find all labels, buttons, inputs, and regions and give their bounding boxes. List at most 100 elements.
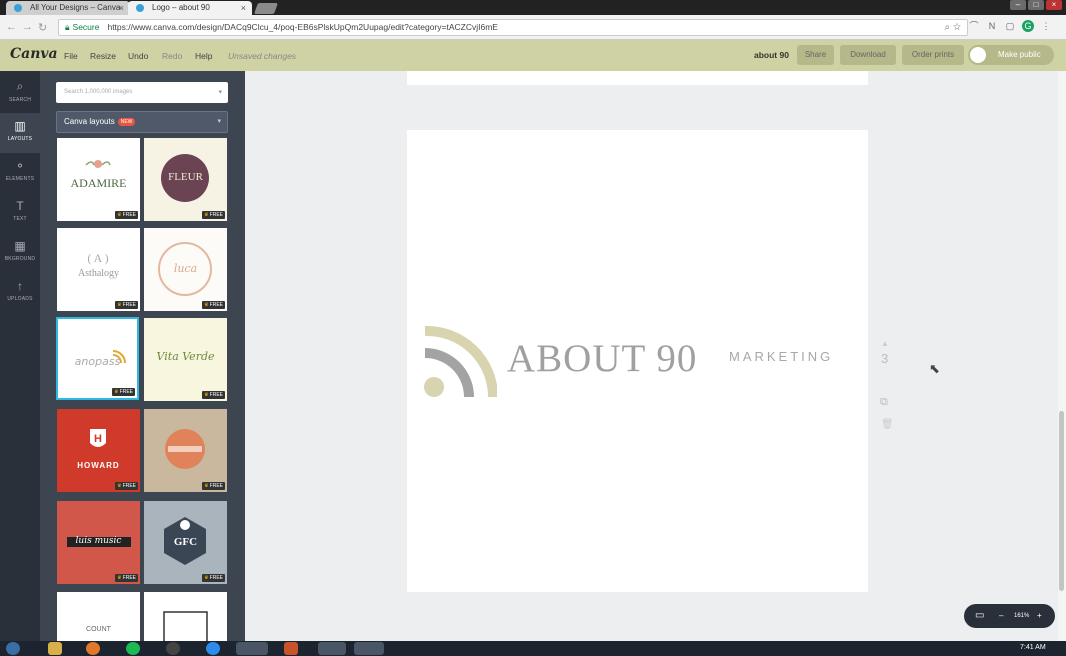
rail-text[interactable]: T TEXT (0, 193, 40, 233)
thumb-text: Vita Verde (156, 350, 215, 363)
logo-main-text[interactable]: ABOUT 90 (507, 336, 697, 381)
layout-thumb-adamire[interactable]: ADAMIRE ♛FREE (57, 138, 140, 221)
move-page-up-icon[interactable]: ▲ (881, 339, 889, 348)
free-label: FREE (209, 575, 223, 581)
search-icon[interactable]: ⌕ (944, 22, 950, 33)
menu-help[interactable]: Help (195, 51, 212, 61)
extension-icons: ⌒ N ▢ G ⋮ (968, 20, 1052, 32)
menu-file[interactable]: File (64, 51, 78, 61)
menu-resize[interactable]: Resize (90, 51, 116, 61)
browser-tab-strip: All Your Designs – Canva × Logo – about … (0, 0, 1066, 15)
free-badge: ♛FREE (202, 574, 225, 582)
frame-art (163, 611, 208, 641)
download-button[interactable]: Download (840, 45, 896, 65)
canva-logo[interactable]: Canva (10, 46, 58, 62)
mouse-cursor-icon: ⬉ (929, 361, 940, 376)
delete-page-icon[interactable]: 🗑︎ (881, 419, 894, 430)
mountain-badge-art (165, 429, 205, 469)
back-icon[interactable]: ← (6, 21, 17, 33)
canva-toolbar: Canva File Resize Undo Redo Help Unsaved… (0, 40, 1066, 71)
firefox-icon[interactable] (86, 642, 100, 655)
chevron-down-icon[interactable]: ▾ (218, 82, 222, 103)
layout-thumb-vita-verde[interactable]: Vita Verde ♛FREE (144, 318, 227, 401)
zoom-out-button[interactable]: – (999, 604, 1003, 628)
menu-undo[interactable]: Undo (128, 51, 148, 61)
layout-thumb-asthalogy[interactable]: ( A ) Asthalogy ♛FREE (57, 228, 140, 311)
close-tab-icon[interactable]: × (119, 1, 124, 15)
new-tab-button[interactable] (253, 3, 279, 14)
rail-layouts[interactable]: ▥ LAYOUTS (0, 113, 40, 153)
spotify-icon[interactable] (126, 642, 140, 655)
layout-thumb-count[interactable]: COUNT (57, 592, 140, 641)
image-search-input[interactable]: Search 1,000,000 images ▾ (56, 82, 228, 103)
layout-thumb-frame[interactable] (144, 592, 227, 641)
tab-label: All Your Designs – Canva (30, 3, 121, 12)
skype-icon[interactable] (206, 642, 220, 655)
extension-icon[interactable]: ⌒ (968, 20, 980, 32)
make-public-label: Make public (998, 50, 1041, 59)
make-public-toggle[interactable]: Make public (968, 45, 1054, 65)
zoom-controls: ▭ – 161% + (964, 604, 1055, 628)
app-icon[interactable] (354, 642, 384, 655)
design-page[interactable]: ABOUT 90 MARKETING (407, 130, 868, 592)
scrollbar-thumb[interactable] (1059, 411, 1064, 591)
layout-thumb-howard[interactable]: H HOWARD ♛FREE (57, 409, 140, 492)
extension-n-icon[interactable]: N (986, 20, 998, 32)
layout-thumb-gfc[interactable]: GFC ♛FREE (144, 501, 227, 584)
uploads-icon: ↑ (17, 279, 23, 293)
extension-icon[interactable]: ▢ (1004, 20, 1016, 32)
layout-thumb-fleur[interactable]: FLEUR ♛FREE (144, 138, 227, 221)
reload-icon[interactable]: ↻ (38, 21, 47, 34)
rail-uploads[interactable]: ↑ UPLOADS (0, 273, 40, 313)
layout-thumb-luis-music[interactable]: luis music ♛FREE (57, 501, 140, 584)
bookmark-star-icon[interactable]: ☆ (953, 22, 961, 33)
layout-thumb-anopass[interactable]: anopass ♛FREE (56, 317, 139, 400)
order-prints-button[interactable]: Order prints (902, 45, 964, 65)
design-workspace: ABOUT 90 MARKETING ▲ 3 ⧉ 🗑︎ ⬉ ▭ – 161% + (245, 71, 1058, 641)
file-explorer-icon[interactable] (48, 642, 62, 655)
app-icon[interactable] (318, 642, 346, 655)
start-button-icon[interactable] (6, 642, 20, 655)
browser-tab-logo[interactable]: Logo – about 90 × (128, 1, 252, 15)
logo-sub-text[interactable]: MARKETING (729, 349, 833, 364)
layout-thumb-mountain[interactable]: ♛FREE (144, 409, 227, 492)
document-title[interactable]: about 90 (754, 50, 789, 60)
app-icon[interactable] (284, 642, 298, 655)
layouts-dropdown[interactable]: Canva layouts NEW ▾ (56, 111, 228, 133)
browser-tab-all-designs[interactable]: All Your Designs – Canva × (6, 1, 130, 15)
workspace-scrollbar[interactable] (1058, 71, 1066, 641)
menu-redo[interactable]: Redo (162, 51, 182, 61)
free-badge: ♛FREE (115, 301, 138, 309)
crown-icon: ♛ (117, 483, 122, 489)
grammarly-icon[interactable]: G (1022, 20, 1034, 32)
rail-search[interactable]: ⌕ SEARCH (0, 73, 40, 113)
crown-icon: ♛ (114, 389, 119, 395)
chrome-icon[interactable] (236, 642, 268, 655)
free-label: FREE (209, 212, 223, 218)
thumb-text: COUNT (86, 626, 111, 633)
forward-icon[interactable]: → (22, 21, 33, 33)
close-tab-icon[interactable]: × (241, 1, 246, 15)
tab-label: Logo – about 90 (152, 3, 210, 12)
copy-page-icon[interactable]: ⧉ (880, 396, 888, 409)
zoom-in-button[interactable]: + (1037, 604, 1042, 628)
rail-background[interactable]: ▦ BKGROUND (0, 233, 40, 273)
app-icon[interactable] (166, 642, 180, 655)
free-label: FREE (122, 212, 136, 218)
browser-menu-icon[interactable]: ⋮ (1040, 20, 1052, 32)
minimize-icon[interactable]: – (1010, 0, 1026, 10)
present-icon[interactable]: ▭ (975, 604, 984, 628)
rail-elements[interactable]: ⚬ ELEMENTS (0, 153, 40, 193)
previous-page[interactable] (407, 71, 868, 85)
thumb-text: anopass (74, 355, 121, 368)
thumb-text: HOWARD (77, 461, 120, 470)
maximize-icon[interactable]: □ (1028, 0, 1044, 10)
free-label: FREE (209, 392, 223, 398)
url-input[interactable]: 🔒︎ Secure https://www.canva.com/design/DAC… (58, 19, 968, 36)
thumb-text: ADAMIRE (70, 176, 127, 190)
zoom-level[interactable]: 161% (1014, 604, 1029, 628)
layout-thumb-luca[interactable]: luca ♛FREE (144, 228, 227, 311)
close-window-icon[interactable]: × (1046, 0, 1062, 10)
share-button[interactable]: Share (797, 45, 834, 65)
free-badge: ♛FREE (112, 388, 135, 396)
